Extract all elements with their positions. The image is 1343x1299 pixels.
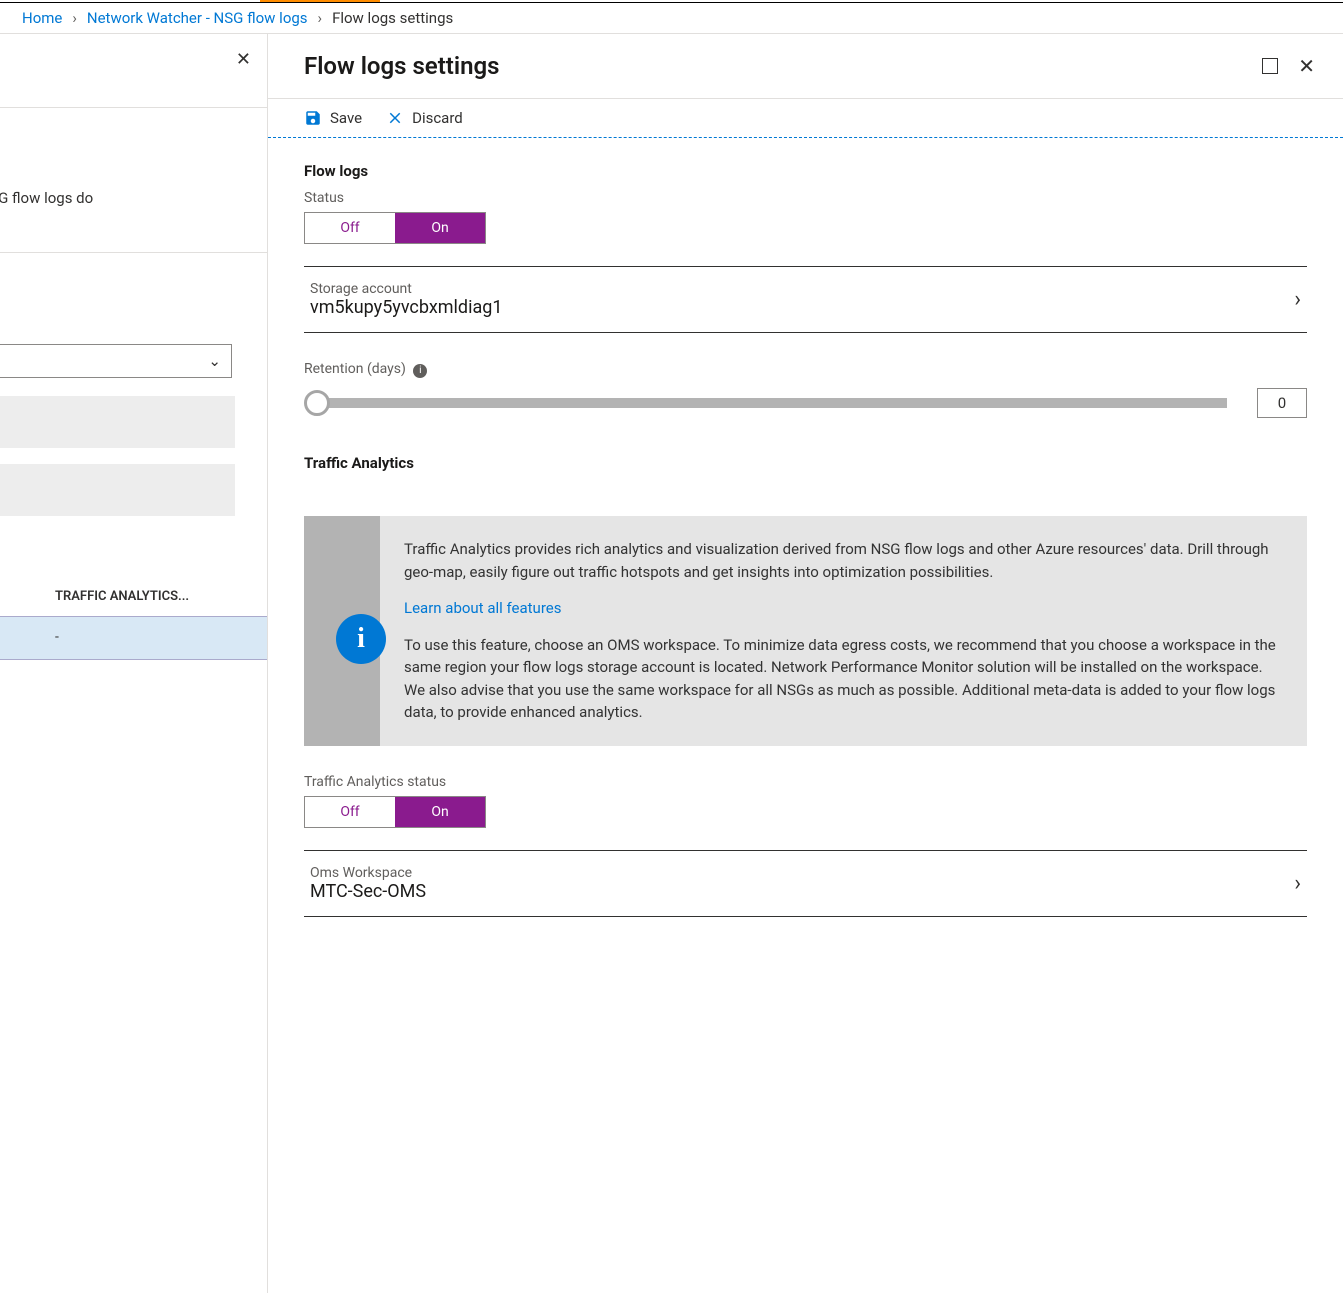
table-row[interactable]: -	[0, 616, 267, 660]
info-icon: i	[336, 614, 386, 664]
cell-value: -	[55, 629, 59, 645]
info-paragraph: Traffic Analytics provides rich analytic…	[404, 538, 1283, 583]
close-icon	[386, 109, 404, 127]
save-label: Save	[330, 109, 362, 127]
chevron-right-icon: ›	[318, 9, 323, 27]
slider-bar	[328, 398, 1227, 408]
ta-status-label: Traffic Analytics status	[304, 774, 1307, 790]
chevron-right-icon: ›	[72, 9, 77, 27]
left-pane: ✕ groups (classic) . NSG flow logs do t …	[0, 34, 268, 1293]
divider	[0, 107, 267, 108]
slider-thumb[interactable]	[304, 390, 330, 416]
retention-label: Retention (days) i	[304, 361, 1307, 378]
toggle-off[interactable]: Off	[305, 213, 395, 243]
chevron-down-icon: ⌄	[208, 352, 221, 370]
breadcrumb-parent[interactable]: Network Watcher - NSG flow logs	[87, 9, 308, 27]
blade: Flow logs settings ✕ Save Discard Flow l…	[268, 34, 1343, 1293]
save-icon	[304, 109, 322, 127]
chevron-right-icon: ›	[1294, 871, 1301, 896]
discard-label: Discard	[412, 109, 463, 127]
discard-button[interactable]: Discard	[386, 109, 463, 127]
breadcrumb: Home › Network Watcher - NSG flow logs ›…	[0, 3, 1343, 34]
section-title-traffic: Traffic Analytics	[304, 454, 1307, 472]
toggle-off[interactable]: Off	[305, 797, 395, 827]
retention-slider[interactable]	[304, 390, 1227, 416]
storage-account-picker[interactable]: Storage account vm5kupy5yvcbxmldiag1 ›	[304, 266, 1307, 333]
info-card: i Traffic Analytics provides rich analyt…	[304, 516, 1307, 746]
oms-workspace-value: MTC-Sec-OMS	[310, 881, 426, 902]
storage-account-label: Storage account	[310, 281, 502, 297]
maximize-icon[interactable]	[1262, 58, 1278, 74]
status-label: Status	[304, 190, 1307, 206]
breadcrumb-home[interactable]: Home	[22, 9, 62, 27]
placeholder-band	[0, 396, 235, 448]
toggle-on[interactable]: On	[395, 797, 485, 827]
save-button[interactable]: Save	[304, 109, 362, 127]
close-icon[interactable]: ✕	[236, 49, 251, 70]
status-toggle[interactable]: Off On	[304, 212, 486, 244]
toggle-on[interactable]: On	[395, 213, 485, 243]
col-header: TRAFFIC ANALYTICS...	[55, 589, 189, 604]
divider	[0, 252, 267, 253]
storage-account-value: vm5kupy5yvcbxmldiag1	[310, 297, 502, 318]
retention-value[interactable]: 0	[1257, 388, 1307, 418]
oms-workspace-label: Oms Workspace	[310, 865, 426, 881]
filter-select[interactable]: t filtering ... ⌄	[0, 344, 232, 378]
section-title-flowlogs: Flow logs	[304, 162, 1307, 180]
info-paragraph: We also advise that you use the same wor…	[404, 679, 1283, 724]
ta-status-toggle[interactable]: Off On	[304, 796, 486, 828]
info-paragraph: To use this feature, choose an OMS works…	[404, 634, 1283, 679]
close-icon[interactable]: ✕	[1298, 56, 1315, 76]
left-info-text: groups (classic) . NSG flow logs do	[0, 189, 93, 207]
placeholder-band	[0, 464, 235, 516]
blade-header: Flow logs settings ✕	[268, 34, 1343, 99]
chevron-right-icon: ›	[1294, 287, 1301, 312]
learn-more-link[interactable]: Learn about all features	[404, 597, 561, 620]
blade-title: Flow logs settings	[304, 52, 499, 80]
oms-workspace-picker[interactable]: Oms Workspace MTC-Sec-OMS ›	[304, 850, 1307, 917]
toolbar: Save Discard	[268, 99, 1343, 138]
breadcrumb-current: Flow logs settings	[332, 9, 453, 27]
info-icon[interactable]: i	[413, 364, 427, 378]
